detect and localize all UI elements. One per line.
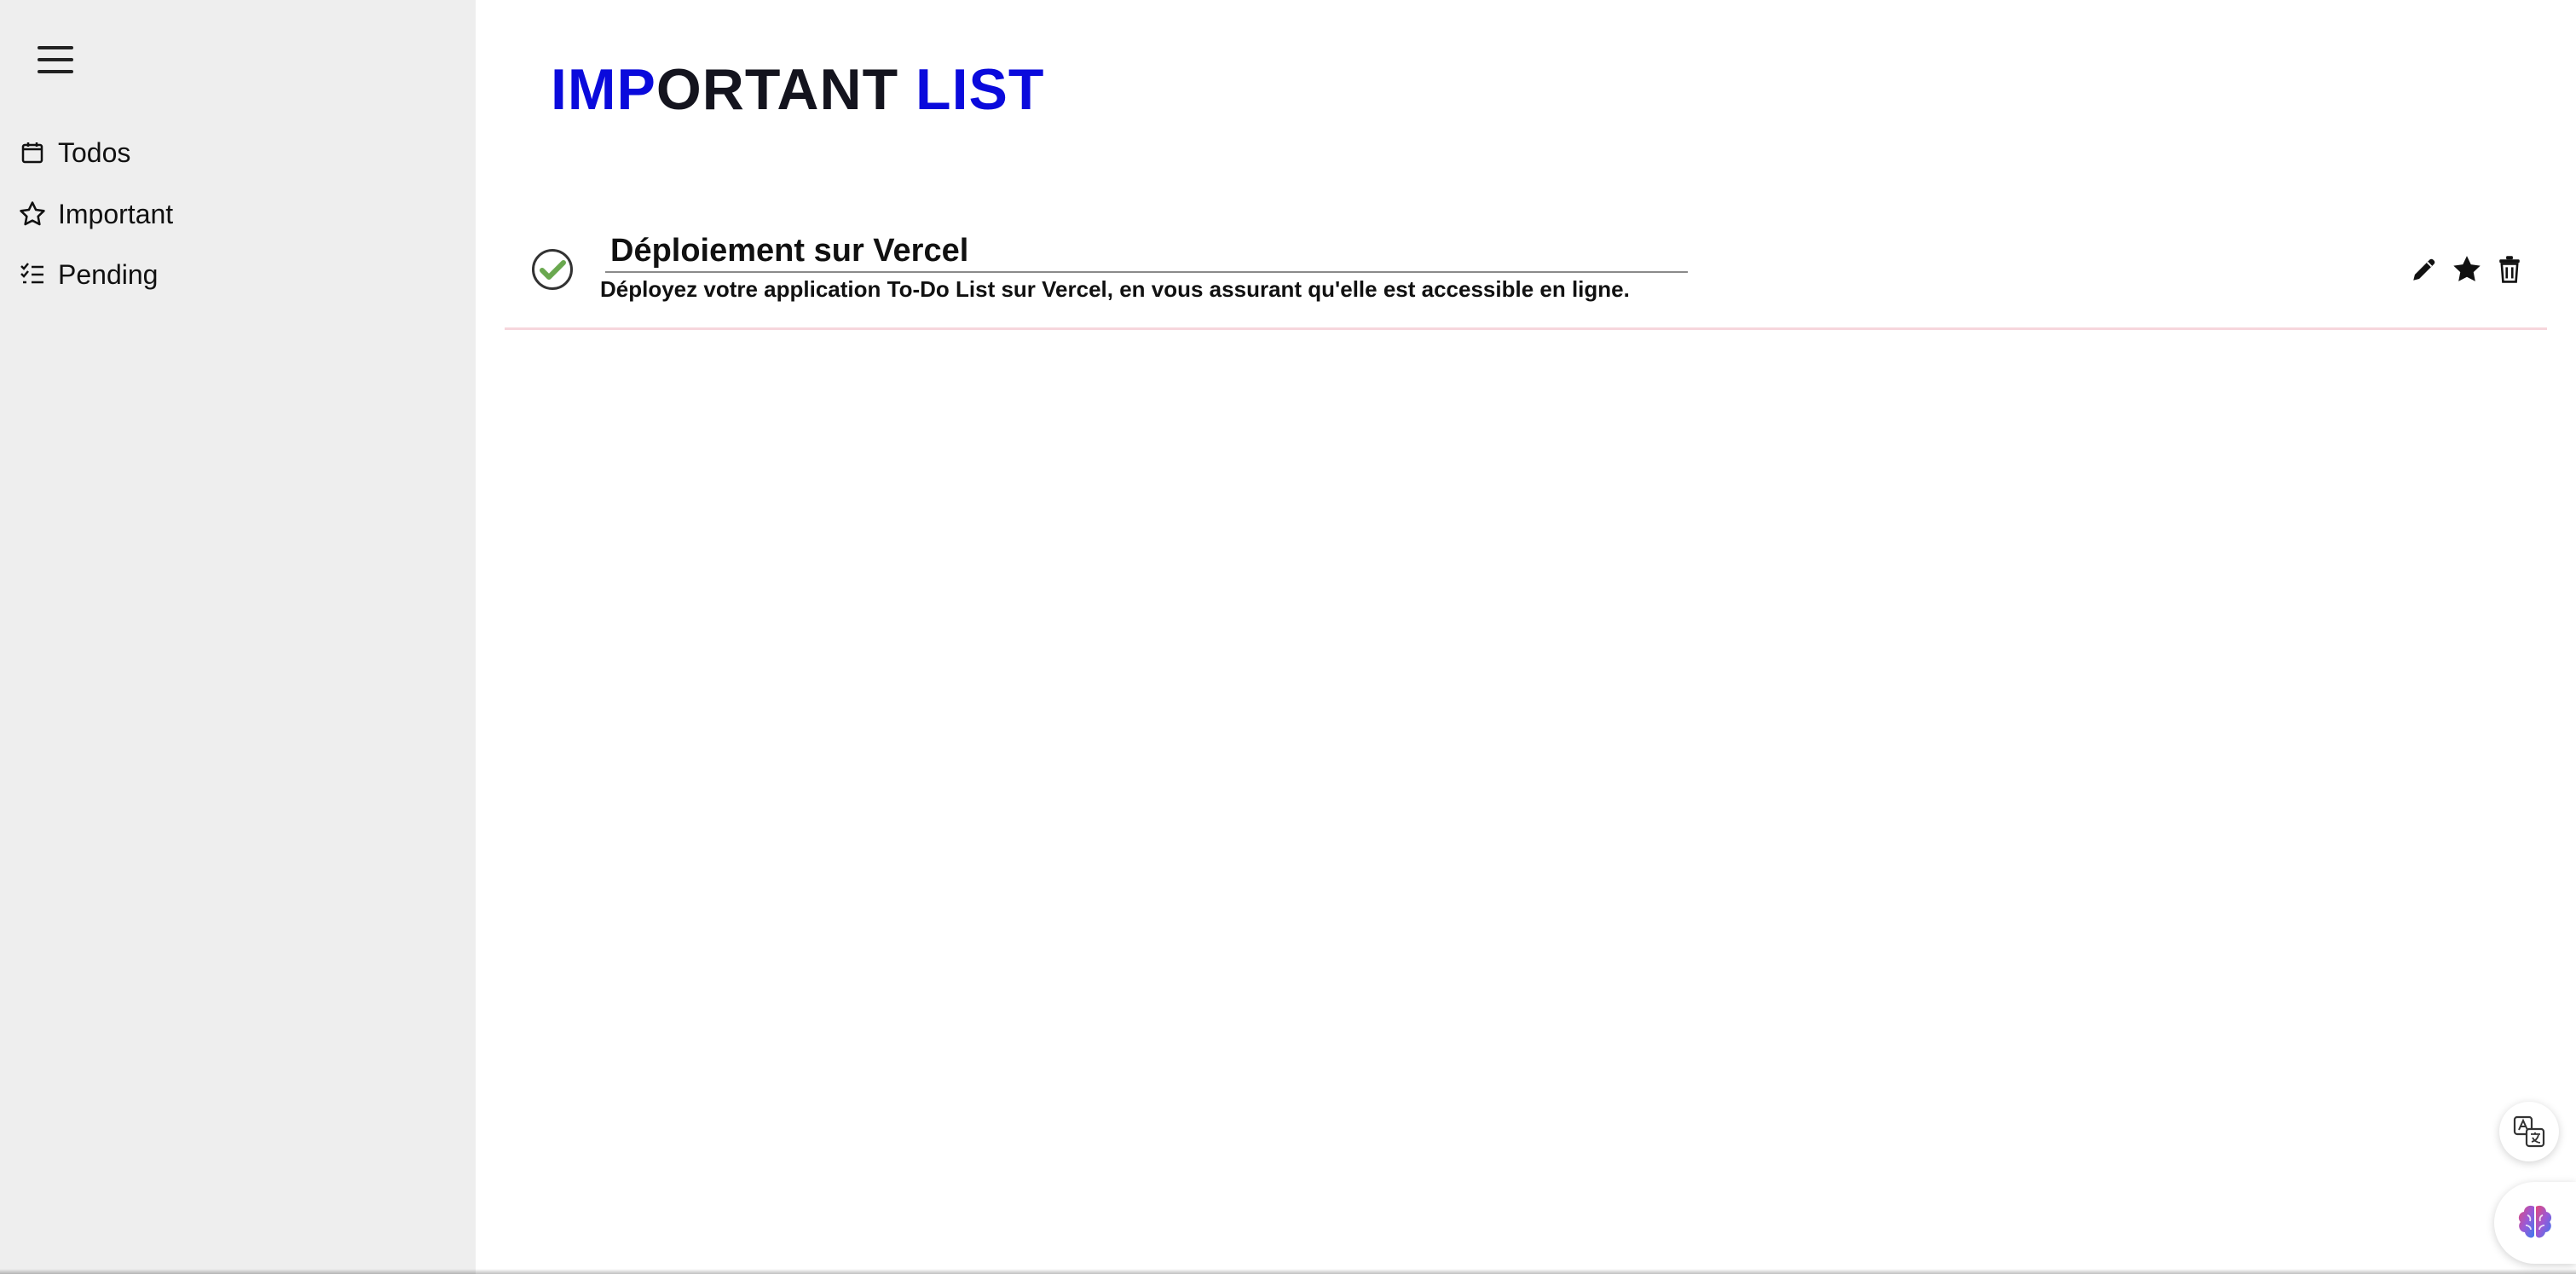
important-toggle-button[interactable] xyxy=(2450,252,2484,287)
sidebar-item-label: Important xyxy=(58,198,174,229)
complete-toggle-button[interactable] xyxy=(532,249,573,290)
translate-icon xyxy=(2513,1115,2545,1148)
todo-title[interactable]: Déploiement sur Vercel xyxy=(605,229,1688,273)
checklist-icon xyxy=(17,259,48,290)
app-root: Todos Important Pending IMPORTANT LIST D… xyxy=(0,0,2576,1274)
bottom-shadow xyxy=(0,1269,2576,1274)
sidebar-item-todos[interactable]: Todos xyxy=(17,131,130,174)
sidebar-item-label: Pending xyxy=(58,258,159,290)
edit-button[interactable] xyxy=(2407,252,2441,287)
star-outline-icon xyxy=(17,199,48,229)
sidebar-item-important[interactable]: Important xyxy=(17,193,173,235)
sidebar-item-label: Todos xyxy=(58,136,131,168)
brain-icon xyxy=(2518,1205,2552,1238)
todo-description: Déployez votre application To-Do List su… xyxy=(600,276,1630,302)
trash-icon xyxy=(2499,256,2520,283)
todo-actions xyxy=(2407,252,2527,287)
checkmark-icon xyxy=(540,260,566,280)
ai-assistant-widget-button[interactable] xyxy=(2494,1182,2576,1264)
sidebar-item-pending[interactable]: Pending xyxy=(17,253,158,296)
translate-widget-button[interactable] xyxy=(2499,1102,2559,1161)
sidebar: Todos Important Pending xyxy=(0,0,476,1274)
main-content: IMPORTANT LIST Déploiement sur Vercel Dé… xyxy=(476,0,2576,1274)
title-part-blue-1: IMP xyxy=(551,57,656,122)
pencil-icon xyxy=(2413,258,2435,281)
calendar-icon xyxy=(17,137,48,168)
title-part-blue-2: LIST xyxy=(915,57,1045,122)
menu-toggle-icon[interactable] xyxy=(34,43,77,80)
title-part-dark: ORTANT xyxy=(656,57,916,122)
delete-button[interactable] xyxy=(2492,252,2527,287)
page-title: IMPORTANT LIST xyxy=(551,56,1044,123)
todo-item: Déploiement sur Vercel Déployez votre ap… xyxy=(505,220,2547,330)
star-filled-icon xyxy=(2453,256,2481,281)
